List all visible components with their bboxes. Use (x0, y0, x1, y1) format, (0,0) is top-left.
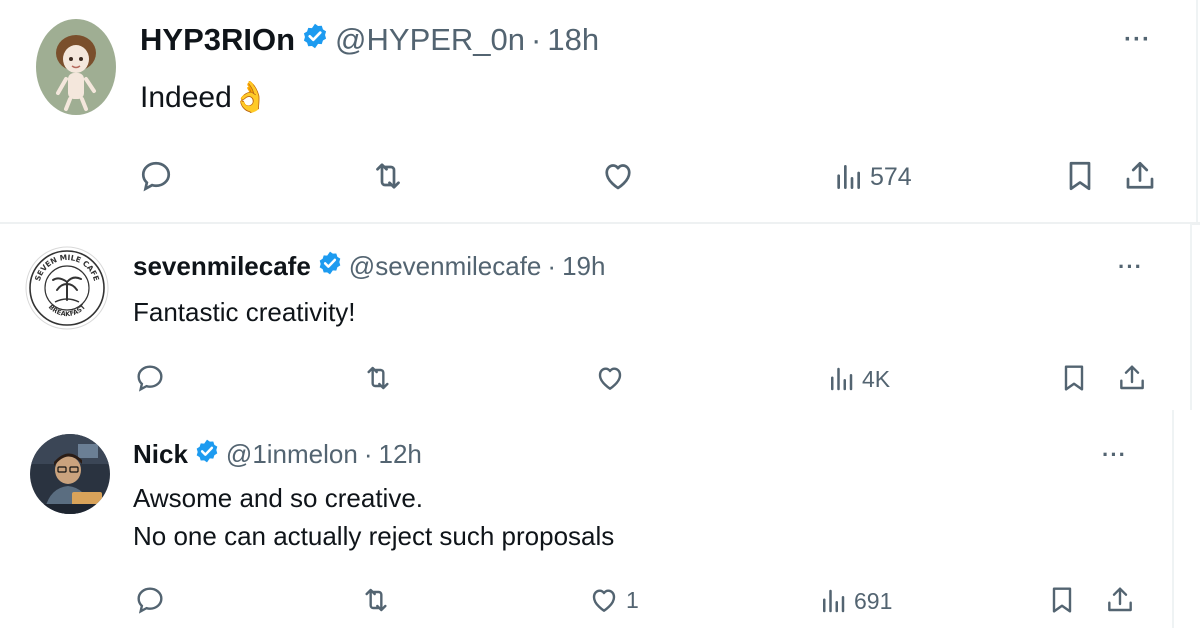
bookmark-icon (1064, 365, 1084, 391)
bookmark-icon (1052, 587, 1072, 613)
share-button[interactable] (1116, 362, 1148, 394)
more-icon[interactable]: ··· (1124, 26, 1151, 54)
reply-text: Fantastic creativity! (133, 297, 356, 327)
like-icon (605, 164, 631, 190)
share-icon (1120, 365, 1144, 390)
avatar[interactable] (36, 19, 116, 115)
separator: · (547, 251, 557, 281)
retweet-icon (365, 588, 387, 612)
timestamp[interactable]: 18h (547, 22, 599, 58)
view-count: 574 (870, 162, 912, 191)
reply-card-sevenmilecafe[interactable]: SEVEN MILE CAFE BREAKFAST sevenmilecafe … (0, 224, 1192, 410)
like-icon (592, 589, 616, 612)
views-icon (831, 367, 853, 391)
retweet-button[interactable] (360, 584, 392, 616)
reply-icon (141, 161, 171, 192)
reply-header: Nick @1inmelon · 12h (133, 438, 422, 471)
reply-text-content: Indeed (140, 81, 232, 114)
reply-card-nick[interactable]: Nick @1inmelon · 12h Awsome and so creat… (0, 410, 1174, 628)
handle[interactable]: @HYPER_0n (335, 22, 525, 58)
avatar[interactable] (30, 434, 110, 514)
handle[interactable]: @1inmelon (226, 439, 358, 470)
reply-button[interactable] (138, 158, 174, 194)
timestamp[interactable]: 12h (379, 439, 422, 470)
retweet-button[interactable] (362, 362, 394, 394)
reply-icon (137, 587, 163, 614)
views-button[interactable]: 574 (832, 160, 912, 194)
retweet-icon (376, 163, 400, 189)
share-icon (1126, 161, 1154, 189)
like-button[interactable]: 1 (588, 584, 639, 616)
reply-text-line: Awsome and so creative. (133, 483, 423, 513)
more-icon[interactable]: ··· (1102, 442, 1127, 468)
like-button[interactable] (600, 158, 642, 194)
reply-text-line: No one can actually reject such proposal… (133, 520, 615, 551)
bookmark-button[interactable] (1058, 362, 1090, 394)
reply-header: HYP3RIOn @HYPER_0n · 18h (140, 22, 599, 58)
retweet-button[interactable] (370, 158, 406, 194)
share-icon (1108, 587, 1132, 612)
like-icon (598, 367, 622, 390)
reply-button[interactable] (134, 584, 166, 616)
separator: · (363, 439, 373, 469)
bookmark-icon (1069, 161, 1091, 191)
separator: · (531, 22, 542, 57)
verified-badge-icon[interactable] (301, 22, 329, 58)
reply-card-hyp3rion[interactable]: HYP3RIOn @HYPER_0n · 18h Indeed👌 ··· 574 (0, 0, 1198, 222)
display-name[interactable]: HYP3RIOn (140, 22, 295, 58)
view-count: 4K (862, 365, 891, 392)
verified-badge-icon[interactable] (317, 250, 343, 283)
handle[interactable]: @sevenmilecafe (349, 251, 542, 282)
timestamp[interactable]: 19h (562, 251, 605, 282)
reply-header: sevenmilecafe @sevenmilecafe · 19h (133, 250, 605, 283)
views-icon (837, 165, 860, 189)
like-button[interactable] (594, 362, 632, 394)
like-count: 1 (626, 586, 639, 613)
avatar[interactable]: SEVEN MILE CAFE BREAKFAST (25, 246, 109, 330)
reply-text: Indeed👌 (140, 76, 269, 120)
verified-badge-icon[interactable] (194, 438, 220, 471)
display-name[interactable]: Nick (133, 439, 188, 470)
bookmark-button[interactable] (1046, 584, 1078, 616)
more-icon[interactable]: ··· (1118, 254, 1143, 280)
view-count: 691 (854, 587, 893, 614)
retweet-icon (367, 366, 389, 390)
views-icon (823, 589, 845, 613)
views-button[interactable]: 4K (826, 364, 890, 394)
display-name[interactable]: sevenmilecafe (133, 251, 311, 282)
share-button[interactable] (1104, 584, 1136, 616)
share-button[interactable] (1122, 158, 1158, 194)
reply-icon (137, 365, 163, 392)
reply-button[interactable] (134, 362, 166, 394)
bookmark-button[interactable] (1062, 158, 1098, 194)
ok-hand-emoji: 👌 (231, 81, 270, 114)
views-button[interactable]: 691 (818, 586, 892, 616)
reply-text: Awsome and so creative. No one can actua… (133, 480, 614, 555)
